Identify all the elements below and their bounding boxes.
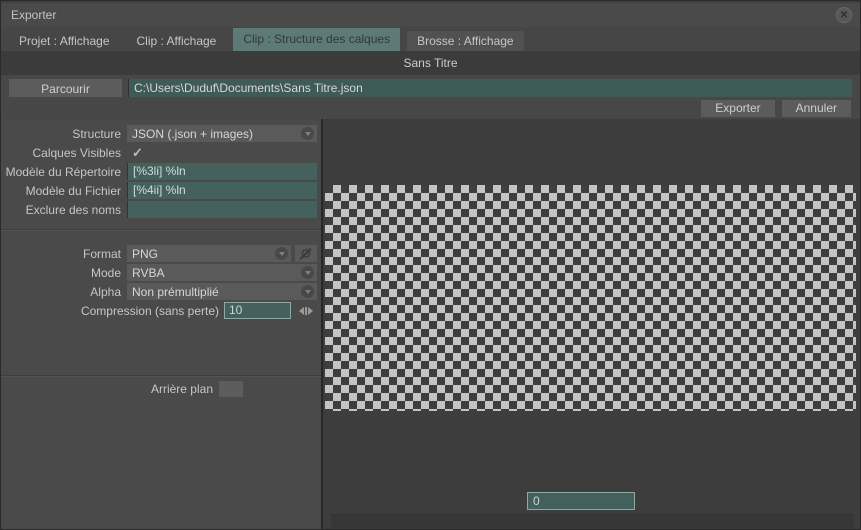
compression-label: Compression (sans perte) [80, 303, 219, 318]
export-button[interactable]: Exporter [701, 100, 775, 117]
folder-template-field[interactable]: [%3li] %ln [127, 163, 317, 180]
format-value: PNG [132, 246, 159, 261]
alpha-row: Alpha Non prémultiplié [1, 282, 321, 301]
transparency-checkerboard-preview [325, 185, 856, 411]
alpha-label: Alpha [90, 284, 121, 299]
file-template-row: Modèle du Fichier [%4ii] %ln [1, 181, 321, 200]
tab-projet-affichage[interactable]: Projet : Affichage [9, 31, 120, 51]
structure-value: JSON (.json + images) [132, 126, 254, 141]
mode-label: Mode [90, 265, 121, 280]
chevron-down-icon [301, 266, 314, 279]
section-separator [1, 229, 321, 231]
action-row: Exporter Annuler [1, 100, 860, 117]
window-title: Exporter [11, 8, 57, 22]
folder-template-row: Modèle du Répertoire [%3li] %ln [1, 162, 321, 181]
tab-bar: Projet : Affichage Clip : Affichage Clip… [1, 27, 860, 51]
gear-icon: ⚙ [300, 246, 312, 261]
file-template-field[interactable]: [%4ii] %ln [127, 182, 317, 199]
format-row: Format PNG ⚙ [1, 244, 321, 263]
format-label: Format [82, 246, 121, 261]
chevron-down-icon [301, 285, 314, 298]
close-icon[interactable]: ✕ [836, 7, 852, 23]
mode-dropdown[interactable]: RVBA [127, 264, 317, 281]
background-label: Arrière plan [150, 381, 213, 396]
section-separator [1, 375, 321, 377]
structure-label: Structure [72, 126, 121, 141]
tab-clip-structure-calques[interactable]: Clip : Structure des calques [233, 28, 401, 51]
compression-field[interactable]: 10 [224, 302, 291, 319]
export-dialog: Exporter ✕ Projet : Affichage Clip : Aff… [0, 0, 861, 530]
format-dropdown[interactable]: PNG [127, 245, 291, 262]
visible-layers-row: Calques Visibles ✓ [1, 143, 321, 162]
structure-row: Structure JSON (.json + images) [1, 124, 321, 143]
chevron-down-icon [275, 247, 288, 260]
background-color-swatch[interactable] [219, 380, 243, 397]
content-area: Structure JSON (.json + images) Calques … [1, 119, 860, 529]
mode-row: Mode RVBA [1, 263, 321, 282]
export-path-field[interactable]: C:\Users\Duduf\Documents\Sans Titre.json [128, 79, 852, 97]
mode-value: RVBA [132, 265, 165, 280]
browse-row: Parcourir C:\Users\Duduf\Documents\Sans … [1, 79, 860, 97]
tab-brosse-affichage[interactable]: Brosse : Affichage [407, 31, 524, 51]
folder-template-label: Modèle du Répertoire [5, 164, 121, 179]
background-row: Arrière plan [1, 379, 321, 398]
chevron-down-icon [301, 127, 314, 140]
compression-row: Compression (sans perte) 10 [1, 301, 321, 320]
file-template-label: Modèle du Fichier [25, 183, 121, 198]
structure-dropdown[interactable]: JSON (.json + images) [127, 125, 317, 142]
alpha-dropdown[interactable]: Non prémultiplié [127, 283, 317, 300]
cancel-button[interactable]: Annuler [781, 100, 851, 117]
exclude-names-field[interactable] [127, 201, 317, 218]
tab-clip-affichage[interactable]: Clip : Affichage [127, 31, 227, 51]
left-right-stepper-icon[interactable] [299, 306, 313, 316]
alpha-value: Non prémultiplié [132, 284, 219, 299]
format-settings-button[interactable]: ⚙ [295, 245, 317, 262]
options-panel: Structure JSON (.json + images) Calques … [1, 119, 321, 529]
exclude-names-label: Exclure des noms [25, 202, 121, 217]
exclude-names-row: Exclure des noms [1, 200, 321, 219]
preview-panel: 0 [323, 119, 860, 529]
frame-number-field[interactable]: 0 [527, 492, 635, 510]
visible-layers-label: Calques Visibles [32, 145, 122, 160]
visible-layers-checkbox[interactable]: ✓ [132, 145, 143, 161]
preview-scrollbar[interactable] [331, 514, 854, 529]
browse-button[interactable]: Parcourir [9, 79, 122, 97]
title-bar: Exporter ✕ [1, 1, 860, 27]
document-title: Sans Titre [1, 51, 860, 75]
